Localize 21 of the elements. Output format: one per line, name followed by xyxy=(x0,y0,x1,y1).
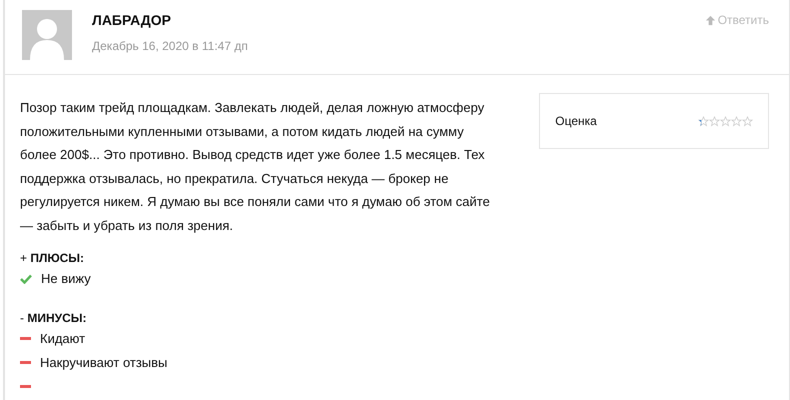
up-arrow-icon xyxy=(704,14,716,26)
minus-icon xyxy=(20,385,31,388)
comment-date: Декабрь 16, 2020 в 11:47 дп xyxy=(92,39,249,53)
star-icon xyxy=(731,116,742,126)
cons-item: Кидают xyxy=(40,331,86,346)
star-icon xyxy=(698,116,709,126)
check-icon xyxy=(20,274,32,284)
reply-link[interactable]: Ответить xyxy=(704,12,769,28)
pros-item: Не вижу xyxy=(41,271,91,286)
review-text: Позор таким трейд площадкам. Завлекать людей, делая ложную атмосферу положительными купленными отзывами, а потом кидать людей на сумму более 200$... Это противно. Вывод средств идет уже более 1.5 месяцев. Тех поддержка отзывалась, но прекратила. Стучаться некуда — брокер не регулируется никем. Я думаю вы все поняли сами что я думаю об этом сайте — забыть и убрать из поля зрения. xyxy=(20,99,491,235)
rating-label: Оценка xyxy=(555,114,597,128)
minus-icon xyxy=(20,361,31,364)
minus-icon xyxy=(20,337,31,340)
star-icon xyxy=(709,116,720,126)
avatar xyxy=(22,10,72,60)
star-icon xyxy=(742,116,753,126)
cons-heading: - МИНУСЫ: xyxy=(20,311,88,325)
star-icon xyxy=(720,116,731,126)
cons-item: Накручивают отзывы xyxy=(40,355,168,370)
pros-heading: + ПЛЮСЫ: xyxy=(20,251,86,265)
author-name: ЛАБРАДОР xyxy=(92,12,172,28)
